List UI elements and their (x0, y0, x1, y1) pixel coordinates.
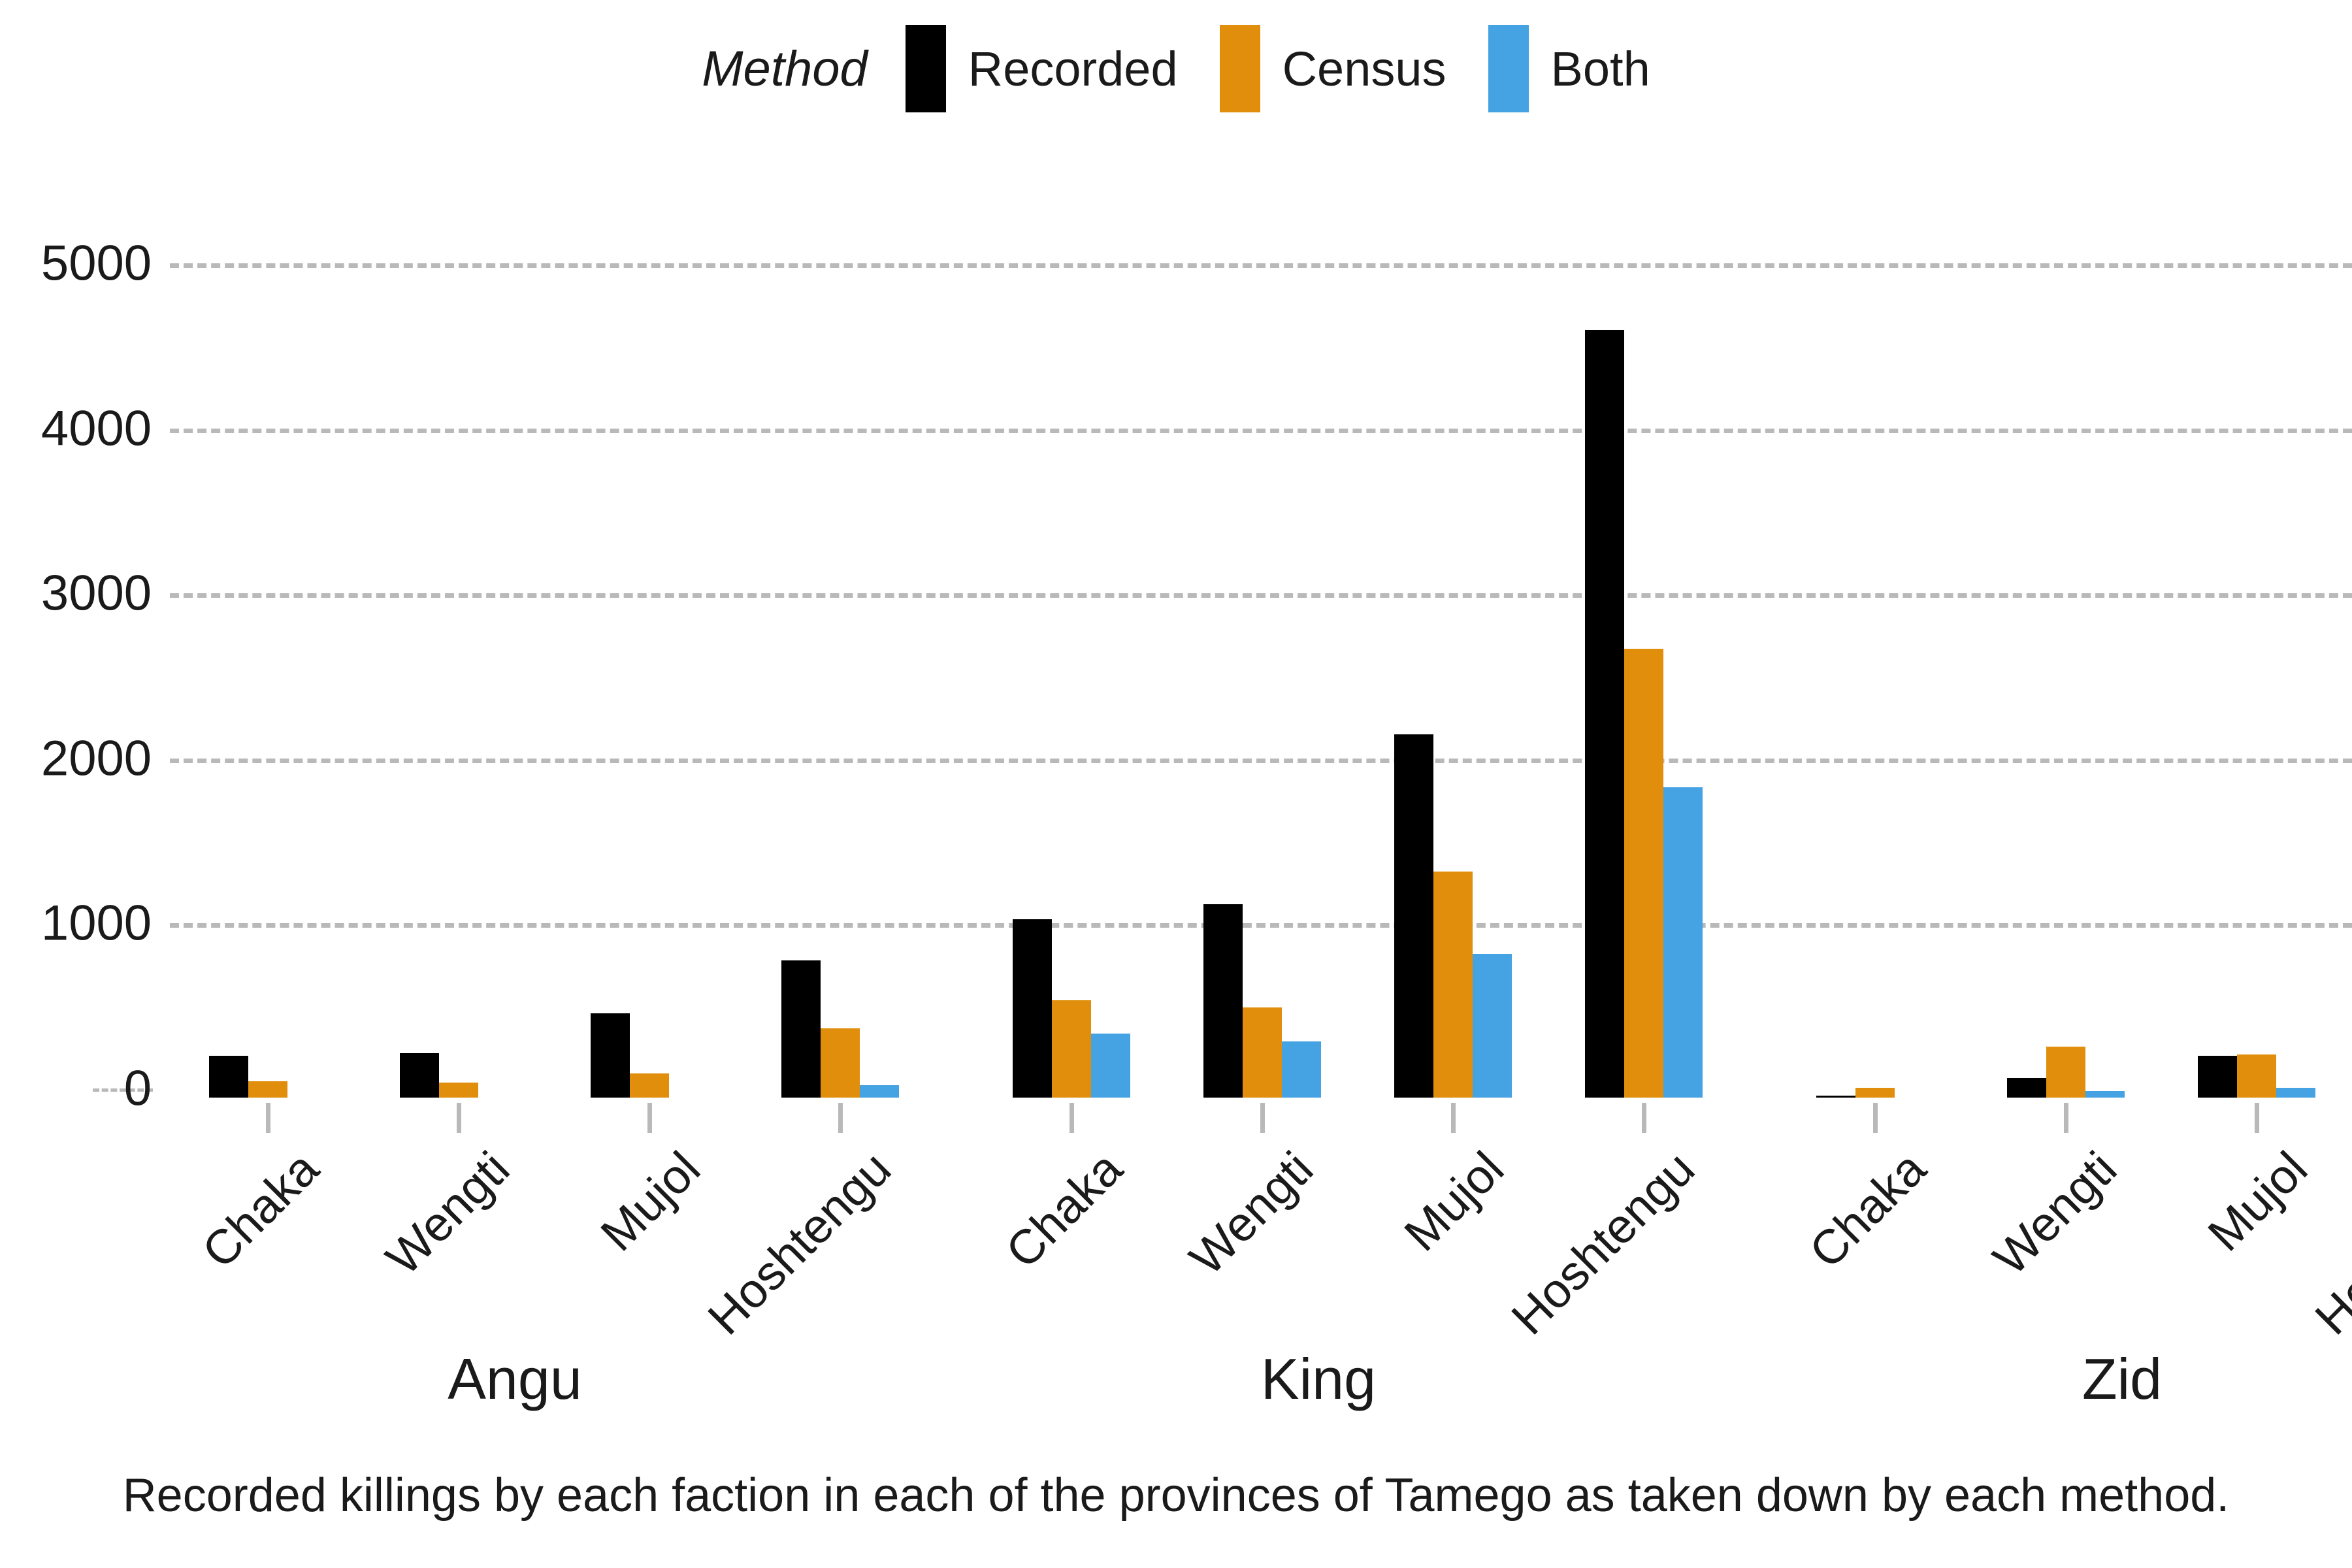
legend-swatch-recorded (905, 25, 946, 112)
x-tick-mark (1642, 1103, 1646, 1133)
x-tick-label: Chaka (191, 1141, 329, 1279)
x-tick-mark (2064, 1103, 2068, 1133)
figure-caption: Recorded killings by each faction in eac… (122, 1469, 2230, 1522)
bar-cluster (1013, 231, 1130, 1133)
bar-cluster (1394, 231, 1512, 1133)
x-tick-mark (2255, 1103, 2259, 1133)
bar-recorded[interactable] (1203, 904, 1243, 1098)
group-label: King (1260, 1347, 1377, 1411)
bar-census[interactable] (2237, 1054, 2276, 1098)
y-tick-label: 1000 (41, 895, 152, 951)
bar-census[interactable] (1624, 648, 1663, 1098)
bar-cluster (400, 231, 517, 1133)
x-tick-mark (1260, 1103, 1265, 1133)
bar-cluster (2198, 231, 2315, 1133)
x-tick-label: Hoshtengu (1501, 1141, 1705, 1345)
x-tick-mark (1873, 1103, 1878, 1133)
bar-recorded[interactable] (781, 960, 821, 1098)
legend-label-census: Census (1282, 41, 1446, 96)
bar-census[interactable] (1243, 1007, 1282, 1098)
x-tick-label: Wengti (1179, 1141, 1324, 1286)
bar-recorded[interactable] (1816, 1095, 1855, 1098)
x-tick-mark (1451, 1103, 1456, 1133)
bar-census[interactable] (821, 1028, 860, 1098)
bar-census[interactable] (1433, 871, 1473, 1098)
legend-swatch-census (1219, 25, 1260, 112)
group-label: Angu (448, 1347, 582, 1411)
x-tick-label: Hoshtengu (697, 1141, 902, 1345)
legend-title: Method (702, 41, 868, 97)
bar-recorded[interactable] (2007, 1077, 2046, 1098)
bar-census[interactable] (248, 1081, 287, 1098)
y-tick-label: 5000 (41, 235, 152, 291)
bar-cluster (781, 231, 899, 1133)
bar-both[interactable] (1091, 1033, 1130, 1098)
x-tick-label: Mujol (590, 1141, 711, 1262)
bar-cluster (2007, 231, 2125, 1133)
x-tick-mark (838, 1103, 843, 1133)
y-tick-label: 0 (123, 1060, 152, 1117)
bar-recorded[interactable] (591, 1013, 630, 1098)
x-tick-mark (457, 1103, 461, 1133)
bar-cluster (1816, 231, 1934, 1133)
x-tick-label: Chaka (995, 1141, 1133, 1279)
x-tick-label: Hoshtengu (2304, 1141, 2352, 1345)
legend-label-recorded: Recorded (968, 41, 1178, 96)
y-tick-label: 3000 (41, 565, 152, 621)
bar-census[interactable] (630, 1073, 669, 1098)
x-tick-label: Chaka (1799, 1141, 1936, 1279)
x-tick-mark (266, 1103, 270, 1133)
bar-both[interactable] (2276, 1087, 2315, 1098)
legend-label-both: Both (1550, 41, 1650, 96)
bar-recorded[interactable] (400, 1053, 439, 1098)
bar-both[interactable] (1282, 1041, 1321, 1098)
chart-legend: Method Recorded Census Both (0, 0, 2352, 137)
bar-recorded[interactable] (1394, 734, 1433, 1098)
bar-cluster (591, 231, 708, 1133)
bar-census[interactable] (1052, 1000, 1091, 1098)
x-tick-label: Mujol (2197, 1141, 2318, 1262)
bar-census[interactable] (439, 1083, 478, 1098)
legend-entry-census[interactable]: Census (1219, 25, 1446, 112)
x-tick-mark (647, 1103, 652, 1133)
bar-cluster (1203, 231, 1321, 1133)
bar-census[interactable] (2046, 1046, 2085, 1098)
bar-recorded[interactable] (2198, 1055, 2237, 1098)
bar-recorded[interactable] (209, 1055, 248, 1098)
chart-figure: Method Recorded Census Both 0 1000 2000 300… (0, 0, 2352, 1568)
plot-area: 0 1000 2000 3000 4000 5000 (41, 222, 2352, 1133)
bar-cluster (209, 231, 327, 1133)
bar-recorded[interactable] (1585, 330, 1624, 1098)
x-tick-label: Wengti (375, 1141, 520, 1286)
legend-entry-recorded[interactable]: Recorded (905, 25, 1178, 112)
bar-both[interactable] (2085, 1090, 2125, 1098)
x-tick-mark (1070, 1103, 1074, 1133)
y-tick-label: 4000 (41, 400, 152, 457)
bar-both[interactable] (1473, 954, 1512, 1098)
x-tick-label: Mujol (1394, 1141, 1514, 1262)
legend-swatch-both (1488, 25, 1529, 112)
bar-series-container (170, 222, 2352, 1133)
x-tick-label: Wengti (1982, 1141, 2127, 1286)
bar-recorded[interactable] (1013, 919, 1052, 1098)
bar-both[interactable] (1663, 787, 1703, 1098)
bar-census[interactable] (1855, 1087, 1895, 1098)
group-label: Zid (2082, 1347, 2163, 1411)
y-tick-label: 2000 (41, 730, 152, 787)
legend-entry-both[interactable]: Both (1488, 25, 1650, 112)
bar-cluster (1585, 231, 1703, 1133)
bar-both[interactable] (860, 1085, 899, 1098)
